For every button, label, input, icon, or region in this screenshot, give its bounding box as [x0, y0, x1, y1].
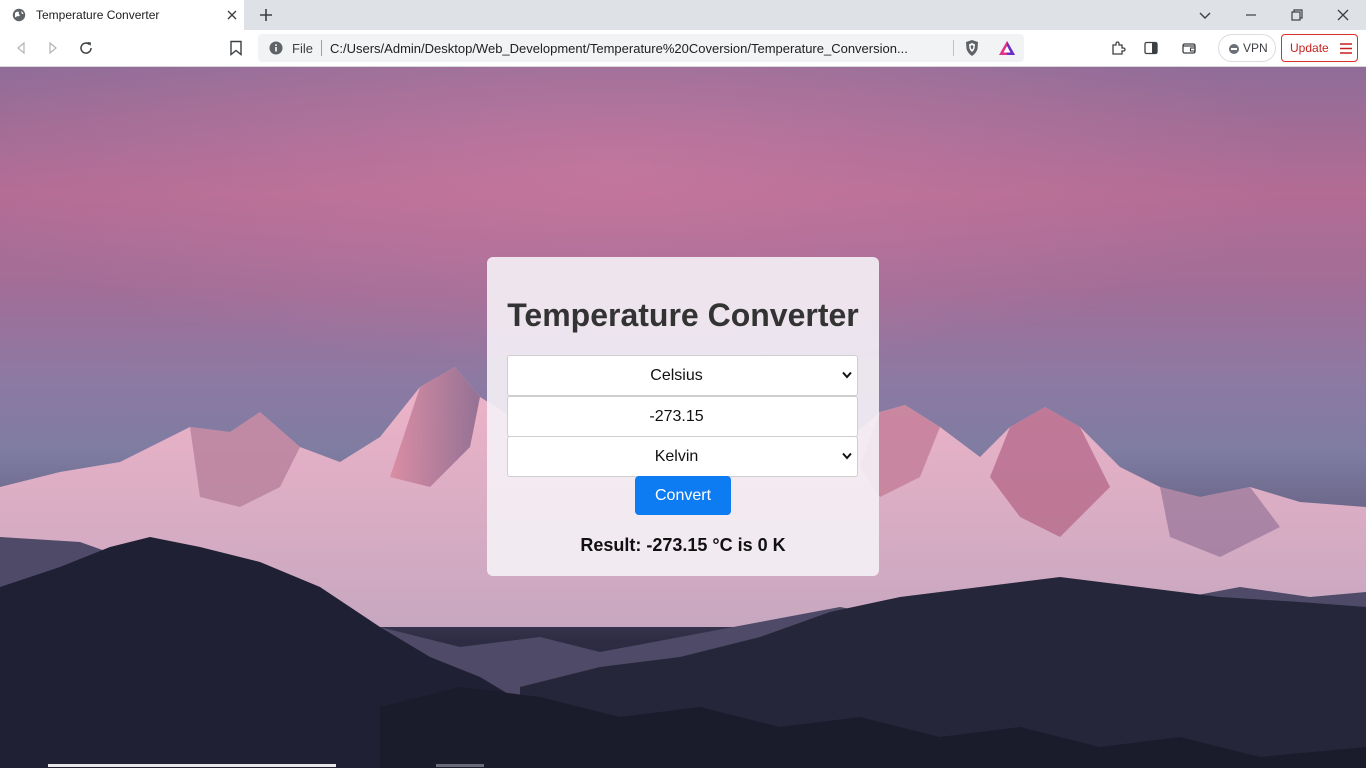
plus-icon[interactable] — [257, 6, 275, 24]
tab-strip: Temperature Converter — [0, 0, 1366, 30]
to-unit-select[interactable]: Kelvin — [507, 436, 858, 477]
brave-rewards-icon[interactable] — [998, 40, 1016, 56]
horizontal-scrollbar[interactable] — [48, 764, 336, 767]
chevron-down-icon — [842, 371, 852, 379]
convert-button[interactable]: Convert — [635, 476, 731, 515]
page-title: Temperature Converter — [507, 297, 859, 333]
divider — [953, 40, 954, 56]
browser-toolbar: File C:/Users/Admin/Desktop/Web_Developm… — [0, 30, 1366, 67]
sidebar-icon[interactable] — [1143, 40, 1159, 56]
temperature-input-value: -273.15 — [649, 408, 704, 425]
temperature-input[interactable]: -273.15 — [507, 396, 858, 437]
chevron-down-icon — [842, 452, 852, 460]
from-unit-value: Celsius — [650, 367, 703, 384]
extensions-icon[interactable] — [1110, 40, 1126, 56]
browser-tab[interactable]: Temperature Converter — [0, 0, 244, 30]
bookmark-icon[interactable] — [229, 40, 243, 56]
globe-icon — [12, 8, 26, 22]
restore-icon[interactable] — [1289, 7, 1305, 23]
vpn-label: VPN — [1243, 41, 1268, 55]
minimize-icon[interactable] — [1243, 7, 1259, 23]
from-unit-select[interactable]: Celsius — [507, 355, 858, 396]
info-icon[interactable] — [269, 41, 283, 55]
result-text: Result: -273.15 °C is 0 K — [580, 535, 786, 555]
page-viewport: Temperature Converter Celsius -273.15 Ke… — [0, 67, 1366, 768]
update-label: Update — [1290, 41, 1329, 55]
scrollbar-segment — [436, 764, 484, 767]
reload-icon[interactable] — [78, 40, 94, 56]
back-icon[interactable] — [13, 40, 29, 56]
url-text[interactable]: C:/Users/Admin/Desktop/Web_Development/T… — [330, 41, 950, 56]
converter-card: Temperature Converter Celsius -273.15 Ke… — [487, 257, 879, 576]
brave-shields-icon[interactable] — [963, 39, 981, 57]
vpn-status-icon — [1229, 44, 1239, 54]
hamburger-menu-icon — [1340, 43, 1352, 54]
update-button[interactable]: Update — [1281, 34, 1358, 62]
tab-title: Temperature Converter — [36, 8, 160, 22]
to-unit-value: Kelvin — [654, 448, 699, 465]
forward-icon[interactable] — [45, 40, 61, 56]
close-icon[interactable] — [1335, 7, 1351, 23]
url-scheme: File — [292, 41, 313, 56]
close-tab-icon[interactable] — [225, 8, 239, 22]
divider — [321, 40, 322, 56]
vpn-button[interactable]: VPN — [1218, 34, 1276, 62]
address-bar[interactable]: File C:/Users/Admin/Desktop/Web_Developm… — [258, 34, 1024, 62]
wallet-icon[interactable] — [1181, 40, 1197, 56]
tab-search-icon[interactable] — [1197, 7, 1213, 23]
